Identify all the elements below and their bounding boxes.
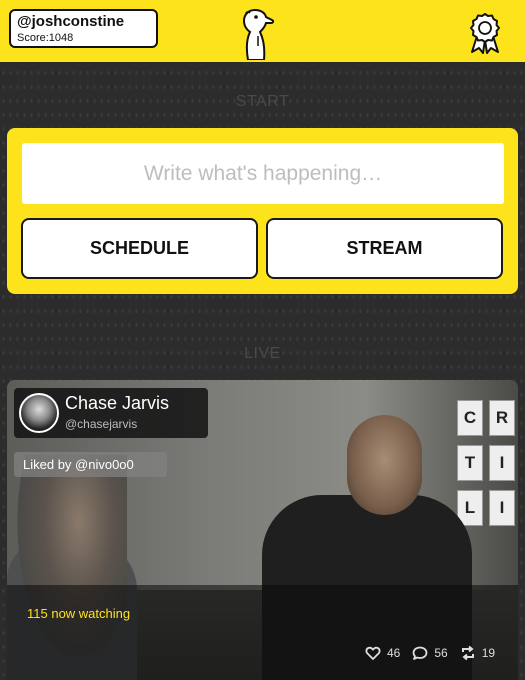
stream-button[interactable]: STREAM [266,218,503,279]
avatar[interactable] [19,393,59,433]
tile: I [489,445,515,481]
stream-composer: SCHEDULE STREAM [7,128,518,294]
tile: R [489,400,515,436]
status-input[interactable] [22,143,504,204]
liked-by-label: Liked by @nivo0o0 [14,452,167,477]
user-score: Score:1048 [17,32,74,44]
top-bar: @joshconstine Score:1048 [0,0,525,62]
start-section-label: START [235,93,290,110]
host-name: Chase Jarvis [65,393,170,413]
likes-count: 46 [387,646,401,660]
restreams-count: 19 [481,646,496,660]
restream-icon[interactable] [460,645,476,661]
comment-icon[interactable] [412,645,428,661]
tile: I [489,490,515,526]
host-info[interactable]: Chase Jarvis @chasejarvis [14,388,208,438]
schedule-button[interactable]: SCHEDULE [21,218,258,279]
user-handle: @joshconstine [17,13,125,30]
live-stream-card[interactable]: C R T I L I Chase Jarvis @chasejarvis Li… [7,380,518,680]
stream-stats: 46 56 19 [365,644,507,662]
live-section-label: LIVE [244,345,281,362]
meerkat-logo-icon [242,8,275,60]
ribbon-badge-icon[interactable] [468,12,502,54]
viewer-count: 115 now watching [27,606,131,621]
host-handle: @chasejarvis [65,417,138,431]
comments-count: 56 [434,646,448,660]
heart-icon[interactable] [365,645,381,661]
user-profile-box[interactable]: @joshconstine Score:1048 [9,9,158,48]
